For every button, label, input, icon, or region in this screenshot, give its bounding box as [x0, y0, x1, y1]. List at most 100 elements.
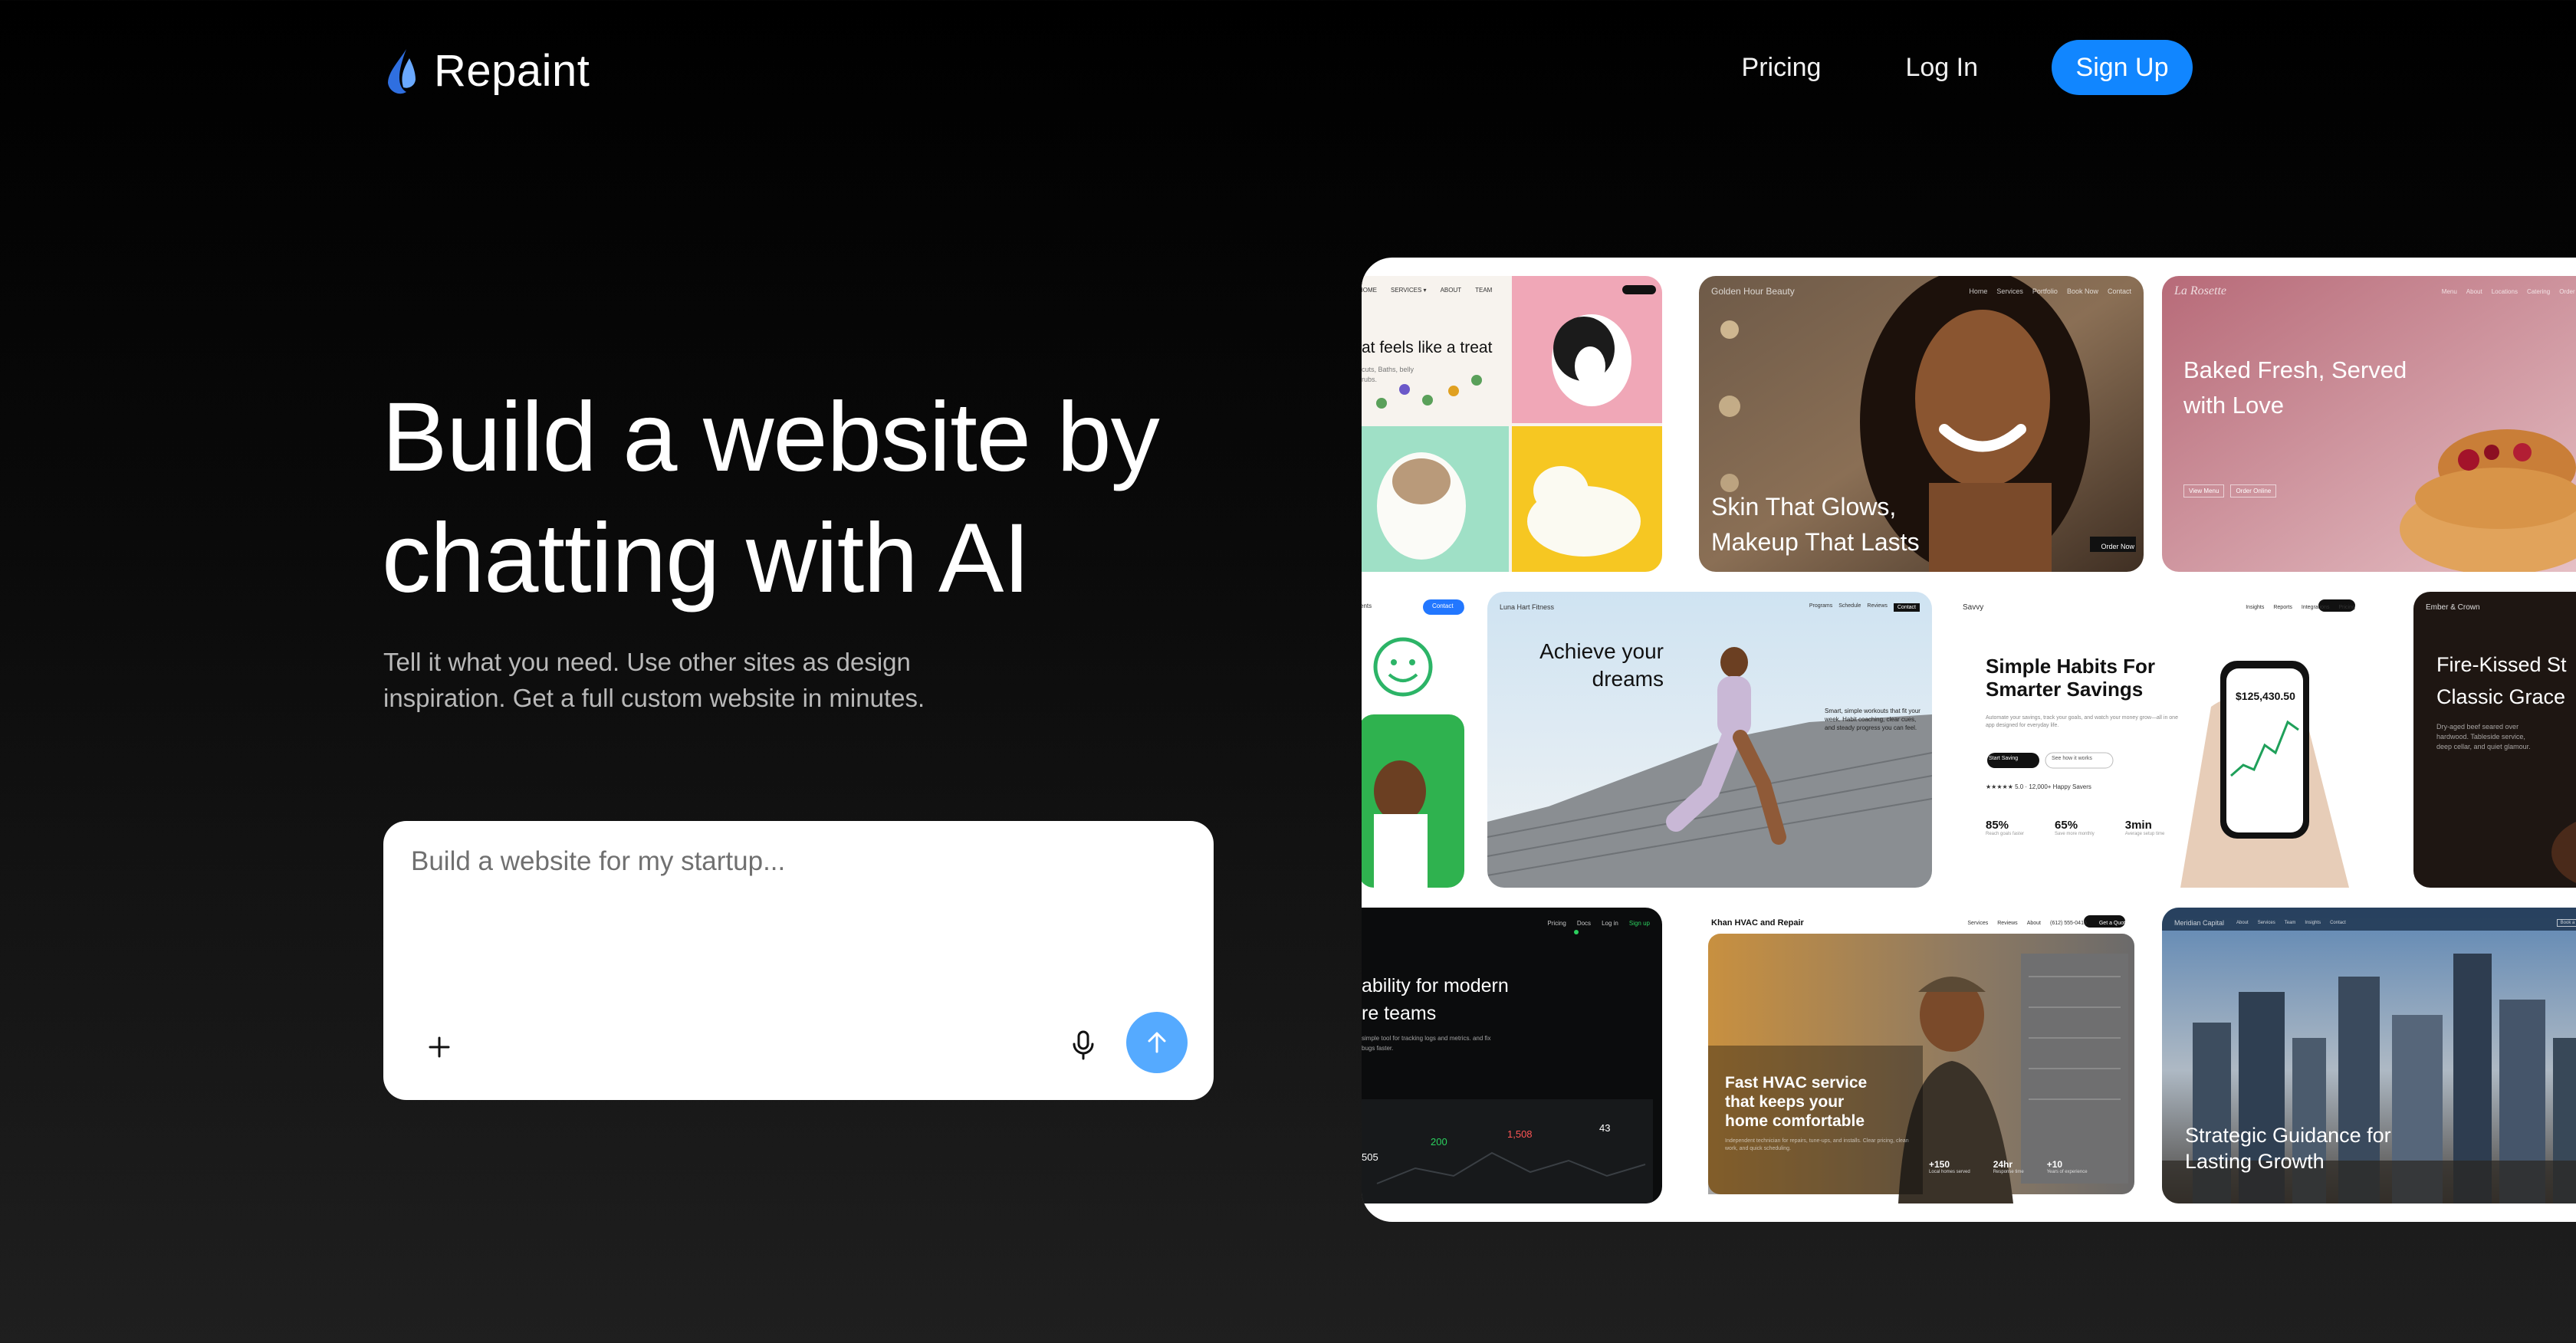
bakery-brand: La Rosette [2174, 284, 2226, 297]
beauty-nav-item: Contact [2107, 287, 2131, 295]
consulting-nav: Meridian Capital About Services Team Ins… [2174, 915, 2576, 931]
fitness-brand: Luna Hart Fitness [1500, 603, 1555, 611]
brand-logo[interactable]: Repaint [382, 40, 590, 101]
attach-button[interactable] [419, 1026, 460, 1068]
finance-stat-label: Save more monthly [2055, 832, 2095, 836]
beauty-headline-line: Makeup That Lasts [1711, 528, 1920, 556]
saas-headline-line: re teams [1362, 1003, 1437, 1024]
finance-stat-value: 65% [2055, 819, 2078, 832]
pet-grooming-image [1362, 276, 1662, 572]
finance-subtext: Automate your savings, track your goals,… [1986, 715, 2178, 728]
finance-nav-item: Integrations [2301, 604, 2330, 610]
finance-balance: $125,430.50 [2236, 690, 2295, 702]
hero-headline: Build a website by chatting with AI [382, 383, 1160, 613]
consulting-nav-item: Insights [2305, 921, 2321, 925]
bakery-headline: Baked Fresh, Served with Love [2183, 353, 2407, 423]
hvac-stat-label: Response time [1993, 1170, 2024, 1174]
microphone-icon [1073, 1030, 1094, 1060]
finance-stat-label: Average setup time [2124, 832, 2165, 836]
top-nav: Pricing Log In Sign Up [1658, 40, 2193, 95]
send-button[interactable] [1126, 1012, 1188, 1073]
nav-login-link[interactable]: Log In [1905, 53, 1978, 83]
consulting-nav-item: Contact [2330, 921, 2346, 925]
hvac-nav-item: Get a Quote [2098, 920, 2128, 926]
signup-button[interactable]: Sign Up [2052, 40, 2193, 95]
beauty-nav: Golden Hour Beauty Home Services Portfol… [1711, 284, 2131, 299]
fitness-nav-item: Contact [1893, 603, 1920, 612]
pet-grooming-template[interactable]: HOMESERVICES ▾ABOUTTEAM at feels like a … [1362, 276, 1662, 572]
restaurant-template[interactable]: Ember & Crown Fire-Kissed St Classic Gra… [2413, 592, 2576, 888]
finance-template[interactable]: Savvy Insights Reports Integrations Pric… [1950, 592, 2395, 888]
hvac-template[interactable]: Khan HVAC and Repair Services Reviews Ab… [1699, 908, 2144, 1203]
restaurant-headline-line: Classic Grace [2436, 685, 2566, 708]
hvac-headline-line: that keeps your [1725, 1093, 1845, 1111]
finance-nav: Savvy Insights Reports Integrations Pric… [1963, 599, 2383, 615]
consulting-nav-item: Services [2257, 921, 2275, 925]
finance-stat-label: Reach goals faster [1986, 832, 2025, 836]
finance-headline-line: Simple Habits For [1986, 655, 2156, 678]
saas-subtext: simple tool for tracking logs and metric… [1362, 1035, 1491, 1052]
pet-nav: HOMESERVICES ▾ABOUTTEAM [1362, 286, 1493, 294]
finance-nav-item: Reports [2273, 604, 2292, 610]
hvac-headline: Fast HVAC service that keeps your home c… [1725, 1073, 1867, 1131]
bakery-template[interactable]: La Rosette Menu About Locations Catering… [2162, 276, 2576, 572]
kids-template[interactable]: ents Contact [1362, 592, 1464, 888]
bakery-nav: La Rosette Menu About Locations Catering… [2174, 284, 2576, 299]
finance-brand: Savvy [1963, 603, 1984, 612]
saas-metric: 43 [1599, 1122, 1611, 1134]
hero-subtext: Tell it what you need. Use other sites a… [383, 648, 925, 712]
consulting-headline: Strategic Guidance for Lasting Growth [2185, 1122, 2391, 1174]
hvac-nav-item: (612) 555-0415 [2049, 920, 2087, 926]
beauty-headline-line: Skin That Glows, [1711, 493, 1897, 520]
bakery-image [2162, 276, 2576, 572]
finance-phone-image [1987, 599, 2355, 888]
fitness-nav-item: Schedule [1838, 603, 1861, 609]
bakery-view-menu-button: View Menu [2183, 484, 2225, 497]
saas-nav-item: Log in [1602, 919, 1618, 927]
saas-metric: 505 [1362, 1151, 1378, 1163]
fitness-headline-line: dreams [1592, 667, 1664, 691]
bakery-nav-item: Catering [2526, 287, 2551, 295]
hvac-stats: +150 Local homes served 24hr Response time… [1929, 1159, 2088, 1174]
bakery-order-button: Order Online [2230, 484, 2277, 497]
finance-rating: ★★★★★ 5.0 · 12,000+ Happy Savers [1986, 783, 2091, 790]
bakery-nav-item: Order Online [2559, 287, 2576, 295]
beauty-template[interactable]: Golden Hour Beauty Home Services Portfol… [1699, 276, 2144, 572]
beauty-nav-item: Home [1969, 287, 1988, 295]
consulting-consult-button: Book a consult [2556, 919, 2576, 927]
finance-stat-value: 3min [2124, 819, 2152, 832]
fitness-template[interactable]: Luna Hart Fitness Programs Schedule Revi… [1487, 592, 1932, 888]
finance-stat: 65% Save more monthly [2055, 819, 2095, 836]
voice-button[interactable] [1063, 1022, 1104, 1069]
beauty-brand: Golden Hour Beauty [1711, 286, 1795, 297]
hvac-brand: Khan HVAC and Repair [1711, 918, 1804, 928]
prompt-input[interactable] [409, 846, 1179, 878]
saas-template[interactable]: Pricing Docs Log in Sign up ability for … [1362, 908, 1662, 1203]
hvac-stat-value: +150 [1929, 1159, 1950, 1170]
bakery-nav-item: Menu [2441, 287, 2457, 295]
hvac-stat: 24hr Response time [1993, 1159, 2024, 1174]
finance-nav-item: Insights [2246, 604, 2265, 610]
hvac-stat-value: 24hr [1993, 1159, 2013, 1170]
consulting-template[interactable]: Meridian Capital About Services Team Ins… [2162, 908, 2576, 1203]
consulting-brand: Meridian Capital [2174, 919, 2225, 927]
fitness-headline-line: Achieve your [1539, 639, 1664, 663]
nav-pricing-link[interactable]: Pricing [1742, 53, 1822, 83]
finance-nav-item: Contact [2364, 604, 2383, 610]
fitness-headline: Achieve your dreams [1510, 638, 1664, 693]
hvac-stat-value: +10 [2046, 1159, 2063, 1170]
template-showcase: HOMESERVICES ▾ABOUTTEAM at feels like a … [1362, 258, 2576, 1222]
saas-headline-line: ability for modern [1362, 975, 1509, 997]
pet-headline: at feels like a treat [1362, 339, 1493, 356]
hvac-nav-item: Reviews [1997, 920, 2018, 926]
finance-headline: Simple Habits For Smarter Savings [1986, 655, 2155, 701]
prompt-box [383, 821, 1214, 1100]
bakery-headline-line: Baked Fresh, Served [2183, 356, 2407, 383]
consulting-headline-line: Lasting Growth [2185, 1150, 2325, 1173]
bakery-buttons: View Menu Order Online [2183, 484, 2277, 497]
beauty-nav-item: Services [1996, 287, 2023, 295]
hvac-headline-line: Fast HVAC service [1725, 1074, 1868, 1092]
beauty-nav-item: Book Now [2066, 287, 2098, 295]
finance-stat-value: 85% [1986, 819, 2009, 832]
saas-nav-item: Docs [1576, 919, 1592, 927]
